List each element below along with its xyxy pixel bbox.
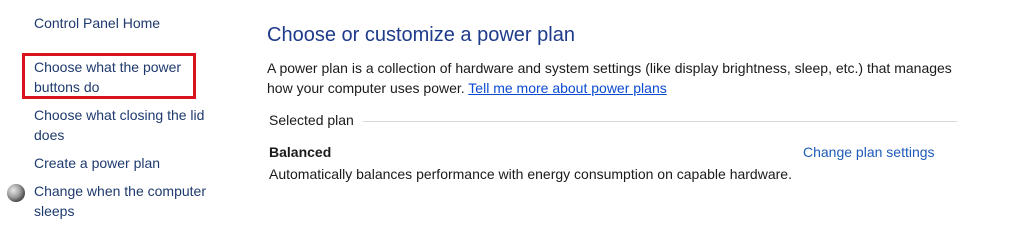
power-options-window: Control Panel Home Choose what the power… — [0, 0, 1024, 245]
section-label: Selected plan — [269, 112, 362, 128]
learn-more-link[interactable]: Tell me more about power plans — [468, 80, 666, 96]
sidebar-item-closing-lid[interactable]: Choose what closing the lid does — [34, 105, 214, 145]
section-divider — [363, 121, 957, 122]
sidebar-item-power-buttons[interactable]: Choose what the power buttons do — [34, 57, 214, 97]
sidebar-item-computer-sleeps[interactable]: Change when the computer sleeps — [34, 181, 214, 221]
sidebar: Control Panel Home Choose what the power… — [0, 0, 240, 245]
plan-name[interactable]: Balanced — [269, 144, 331, 160]
page-description: A power plan is a collection of hardware… — [267, 58, 957, 98]
change-plan-settings-link[interactable]: Change plan settings — [803, 144, 935, 160]
main-content: Choose or customize a power plan A power… — [267, 0, 1007, 245]
page-title: Choose or customize a power plan — [267, 24, 575, 46]
sidebar-item-create-plan[interactable]: Create a power plan — [34, 153, 214, 173]
moon-icon — [7, 184, 25, 202]
plan-description: Automatically balances performance with … — [269, 166, 792, 182]
sidebar-item-control-panel-home[interactable]: Control Panel Home — [34, 13, 214, 33]
